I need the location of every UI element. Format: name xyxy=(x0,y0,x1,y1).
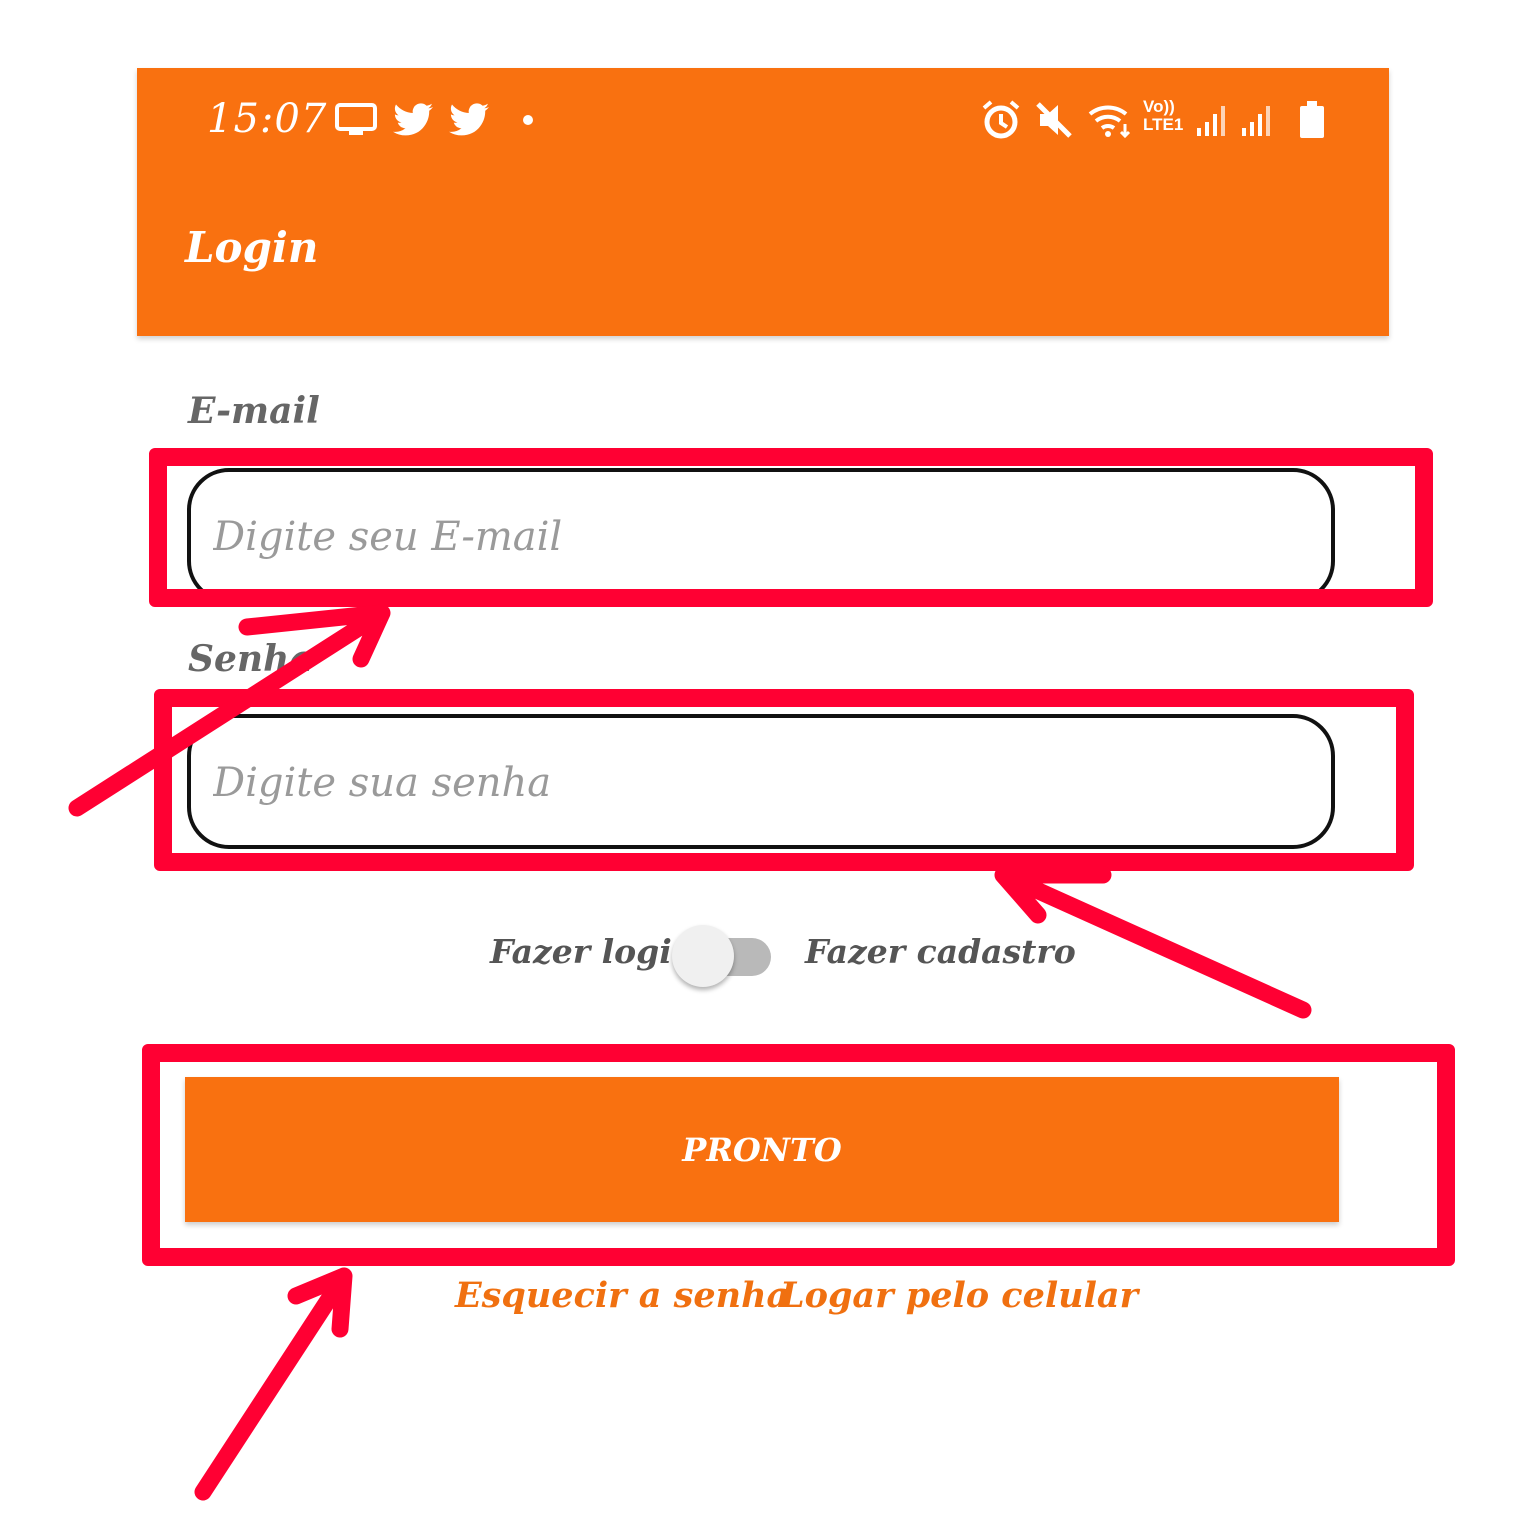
toggle-label-register: Fazer cadastro xyxy=(805,932,1076,971)
mute-icon xyxy=(1034,100,1074,140)
notification-dot-icon xyxy=(522,100,534,140)
button-highlight-box xyxy=(142,1044,1455,1266)
password-highlight-box xyxy=(154,689,1414,871)
email-highlight-box xyxy=(149,448,1433,607)
switch-thumb[interactable] xyxy=(672,925,734,987)
twitter-icon xyxy=(393,100,435,140)
page-title: Login xyxy=(185,223,319,272)
battery-icon xyxy=(1299,100,1325,140)
phone-login-link[interactable]: Logar pelo celular xyxy=(780,1275,1138,1316)
email-label: E-mail xyxy=(188,390,320,432)
app-bar: 15:07 Vo)) LTE1 Login xyxy=(137,68,1389,336)
arrow-to-button xyxy=(194,1267,353,1501)
signal-icon xyxy=(1195,100,1231,140)
login-screen: 15:07 Vo)) LTE1 Login E-mail Digite seu … xyxy=(0,0,1536,1536)
forgot-password-link[interactable]: Esquecir a senha xyxy=(455,1275,789,1316)
signal-icon xyxy=(1240,100,1276,140)
volte-icon: Vo)) LTE1 xyxy=(1143,97,1184,134)
twitter-icon xyxy=(449,100,491,140)
tv-icon xyxy=(335,100,377,140)
password-label: Senha xyxy=(188,638,313,680)
toggle-label-login: Fazer login xyxy=(490,932,696,971)
status-time: 15:07 xyxy=(207,96,328,142)
wifi-icon xyxy=(1087,100,1133,140)
alarm-icon xyxy=(980,100,1022,140)
